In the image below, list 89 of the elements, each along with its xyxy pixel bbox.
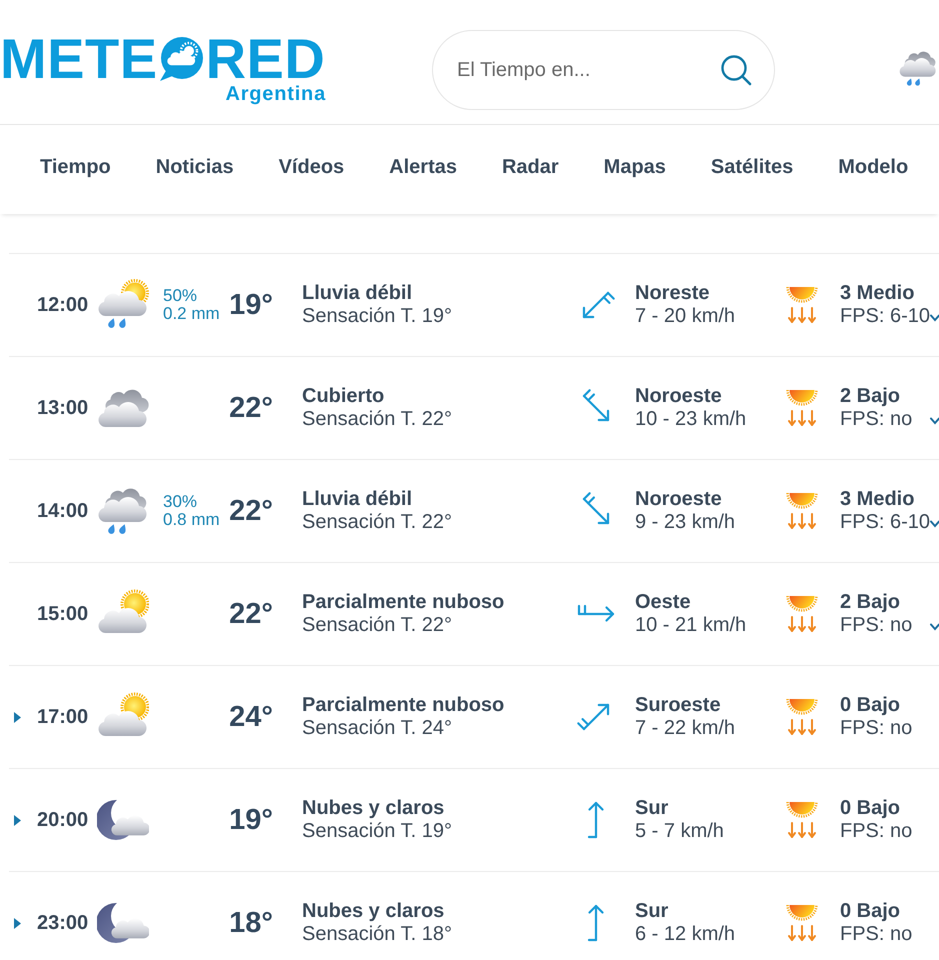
sky-summary: Cubierto (302, 385, 384, 408)
nav-link[interactable]: Radar (502, 154, 559, 178)
uv-sun-icon (786, 801, 818, 839)
feels-like: Sensación T. 18° (302, 923, 452, 946)
wind-speed: 10 - 21 km/h (635, 614, 746, 637)
uv-index: 0 Bajo (840, 797, 900, 820)
rain-amount: 0.8 mm (163, 511, 221, 529)
hour-label: 20:00 (37, 808, 90, 832)
uv-index: 3 Medio (840, 282, 914, 305)
uv-sun-icon (786, 698, 818, 736)
hour-label: 23:00 (37, 911, 90, 935)
wind-direction: Sur (635, 900, 668, 923)
nav-link[interactable]: Modelo (838, 154, 908, 178)
sunscreen-note: FPS: no (840, 820, 912, 843)
uv-index: 3 Medio (840, 488, 914, 511)
sunscreen-note: FPS: no (840, 717, 912, 740)
wind-speed: 6 - 12 km/h (635, 923, 736, 946)
wind-speed: 7 - 22 km/h (635, 717, 736, 740)
wind-direction: Noroeste (635, 488, 722, 511)
sunscreen-note: FPS: no (840, 614, 912, 637)
chevron-down-icon[interactable] (930, 520, 939, 528)
search-field[interactable]: El Tiempo en... (432, 30, 775, 110)
temperature: 24° (229, 701, 273, 733)
wind-direction: Oeste (635, 591, 691, 614)
temperature: 18° (229, 907, 273, 939)
wind-speed: 7 - 20 km/h (635, 305, 736, 328)
feels-like: Sensación T. 22° (302, 511, 452, 534)
temperature: 22° (229, 392, 273, 424)
sunscreen-note: FPS: 6-10 (840, 305, 930, 328)
wind-direction: Noreste (635, 282, 710, 305)
hour-label: 13:00 (37, 396, 90, 420)
uv-sun-icon (786, 286, 818, 324)
logo-text: RED (206, 31, 326, 87)
hour-label: 17:00 (37, 705, 90, 729)
wind-speed: 10 - 23 km/h (635, 408, 746, 431)
sky-summary: Parcialmente nuboso (302, 591, 504, 614)
sky-summary: Nubes y claros (302, 797, 444, 820)
nav-link[interactable]: Vídeos (278, 154, 344, 178)
sky-summary: Lluvia débil (302, 488, 412, 511)
chevron-down-icon[interactable] (930, 417, 939, 425)
uv-index: 2 Bajo (840, 385, 900, 408)
nav-link[interactable]: Tiempo (40, 154, 111, 178)
rain-chance: 50% (163, 287, 198, 305)
temperature: 19° (229, 289, 273, 321)
feels-like: Sensación T. 22° (302, 614, 452, 637)
caret-icon[interactable] (14, 814, 21, 826)
sky-summary: Lluvia débil (302, 282, 412, 305)
hour-label: 15:00 (37, 602, 90, 626)
nav-link[interactable]: Satélites (710, 154, 794, 178)
temperature: 22° (229, 598, 273, 630)
wind-speed: 5 - 7 km/h (635, 820, 724, 843)
sunscreen-note: FPS: 6-10 (840, 511, 930, 534)
uv-sun-icon (786, 904, 818, 942)
sky-summary: Nubes y claros (302, 900, 444, 923)
feels-like: Sensación T. 24° (302, 717, 452, 740)
search-icon[interactable] (720, 54, 752, 86)
feels-like: Sensación T. 22° (302, 408, 452, 431)
uv-index: 2 Bajo (840, 591, 900, 614)
hour-label: 14:00 (37, 499, 90, 523)
logo-subtitle: Argentina (225, 84, 326, 104)
uv-sun-icon (786, 389, 818, 427)
feels-like: Sensación T. 19° (302, 305, 452, 328)
wind-direction: Sur (635, 797, 668, 820)
uv-index: 0 Bajo (840, 694, 900, 717)
rain-amount: 0.2 mm (163, 305, 221, 323)
sunscreen-note: FPS: no (840, 408, 912, 431)
wind-direction: Noroeste (635, 385, 722, 408)
temperature: 22° (229, 495, 273, 527)
wind-direction: Suroeste (635, 694, 721, 717)
sunscreen-note: FPS: no (840, 923, 912, 946)
chevron-down-icon[interactable] (930, 314, 939, 322)
temperature: 19° (229, 804, 273, 836)
feels-like: Sensación T. 19° (302, 820, 452, 843)
sky-summary: Parcialmente nuboso (302, 694, 504, 717)
uv-sun-icon (786, 492, 818, 530)
nav-link[interactable]: Alertas (389, 154, 457, 178)
logo-text: METE (0, 31, 158, 87)
uv-sun-icon (786, 595, 818, 633)
nav-link[interactable]: Noticias (156, 154, 234, 178)
hour-label: 12:00 (37, 293, 90, 317)
wind-speed: 9 - 23 km/h (635, 511, 736, 534)
nav-link[interactable]: Mapas (604, 154, 666, 178)
sun-rain-cloud-icon (97, 279, 149, 331)
rain-chance: 30% (163, 493, 198, 511)
caret-icon[interactable] (14, 918, 21, 928)
chevron-down-icon[interactable] (930, 623, 939, 631)
uv-index: 0 Bajo (840, 900, 900, 923)
logo-weather-icon (158, 35, 204, 83)
caret-icon[interactable] (14, 712, 21, 722)
